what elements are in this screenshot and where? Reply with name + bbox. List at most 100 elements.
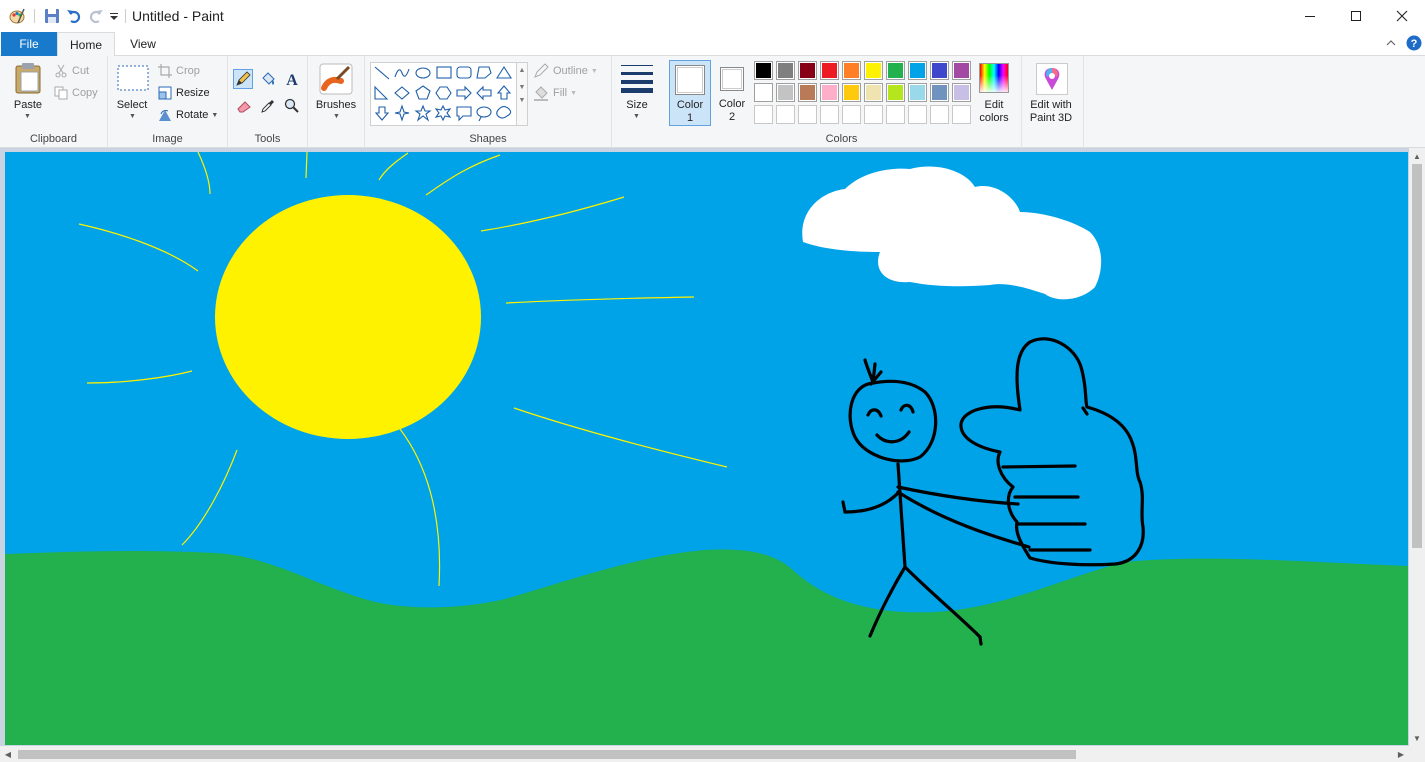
palette-swatch[interactable] (754, 105, 773, 124)
palette-swatch[interactable] (908, 83, 927, 102)
crop-icon (158, 64, 172, 78)
vertical-scroll-thumb[interactable] (1412, 164, 1422, 548)
palette-swatch-fill (910, 63, 925, 78)
minimize-button[interactable] (1287, 0, 1333, 32)
palette-swatch-fill (932, 63, 947, 78)
size-button[interactable]: Size (614, 99, 660, 112)
palette-swatch[interactable] (820, 83, 839, 102)
palette-swatch[interactable] (864, 105, 883, 124)
paste-icon[interactable] (14, 62, 42, 97)
palette-swatch[interactable] (886, 61, 905, 80)
help-icon[interactable]: ? (1406, 35, 1422, 54)
outline-button: Outline ▼ (533, 61, 598, 81)
fill-bucket-icon[interactable] (258, 69, 278, 89)
palette-swatch[interactable] (930, 105, 949, 124)
palette-swatch-fill (932, 85, 947, 100)
palette-swatch[interactable] (798, 105, 817, 124)
close-button[interactable] (1379, 0, 1425, 32)
pencil-icon[interactable] (233, 69, 253, 89)
palette-swatch[interactable] (776, 61, 795, 80)
palette-swatch[interactable] (798, 83, 817, 102)
palette-swatch[interactable] (776, 83, 795, 102)
size-icon[interactable] (620, 63, 654, 96)
rotate-dropdown-icon[interactable]: ▼ (211, 112, 218, 119)
paste-dropdown-icon[interactable]: ▼ (24, 113, 31, 120)
color-picker-icon[interactable] (258, 96, 278, 116)
tab-home[interactable]: Home (57, 32, 115, 57)
horizontal-scrollbar[interactable]: ◀ ▶ (0, 746, 1409, 762)
paint3d-label-1[interactable]: Edit with (1022, 99, 1080, 112)
svg-text:A: A (286, 72, 298, 87)
palette-swatch[interactable] (842, 105, 861, 124)
paint3d-label-2[interactable]: Paint 3D (1022, 112, 1080, 125)
palette-swatch[interactable] (842, 83, 861, 102)
palette-swatch[interactable] (930, 61, 949, 80)
paint-app-icon[interactable] (6, 5, 28, 27)
palette-swatch[interactable] (754, 61, 773, 80)
tab-file[interactable]: File (1, 32, 57, 56)
paint3d-icon[interactable] (1036, 63, 1068, 95)
brushes-dropdown-icon[interactable]: ▼ (333, 113, 340, 120)
select-dropdown-icon[interactable]: ▼ (129, 113, 136, 120)
magnifier-icon[interactable] (282, 96, 302, 116)
palette-swatch[interactable] (952, 83, 971, 102)
shapes-scroll-up-icon[interactable]: ▲ (517, 67, 527, 74)
palette-swatch[interactable] (864, 61, 883, 80)
brushes-group: Brushes ▼ (308, 56, 365, 148)
shapes-scroll-down-icon[interactable]: ▼ (517, 84, 527, 91)
resize-button[interactable]: Resize (158, 83, 210, 103)
edit-colors-label-1[interactable]: Edit (972, 99, 1016, 112)
select-button[interactable]: Select (112, 99, 152, 112)
palette-swatch[interactable] (864, 83, 883, 102)
palette-swatch[interactable] (754, 83, 773, 102)
palette-swatch[interactable] (820, 61, 839, 80)
horizontal-scroll-thumb[interactable] (18, 750, 1076, 759)
tools-group: A Tools (228, 56, 308, 148)
palette-swatch[interactable] (798, 61, 817, 80)
fill-icon (534, 86, 548, 101)
palette-swatch[interactable] (820, 105, 839, 124)
color2-button[interactable]: Color 2 (712, 60, 752, 126)
vertical-scrollbar[interactable]: ▲ ▼ (1409, 148, 1425, 746)
shapes-more-icon[interactable]: ▼ (517, 97, 527, 104)
save-icon[interactable] (41, 5, 63, 27)
color2-label: Color (718, 98, 746, 110)
undo-icon[interactable] (63, 5, 85, 27)
scroll-up-icon[interactable]: ▲ (1409, 148, 1425, 164)
palette-swatch[interactable] (930, 83, 949, 102)
eraser-icon[interactable] (234, 96, 254, 116)
collapse-ribbon-icon[interactable] (1385, 37, 1397, 52)
edit-colors-icon[interactable] (979, 63, 1009, 93)
color1-button[interactable]: Color 1 (669, 60, 711, 126)
drawing-canvas[interactable] (5, 152, 1408, 745)
scroll-left-icon[interactable]: ◀ (0, 746, 16, 762)
customize-quick-access-icon[interactable] (107, 5, 121, 27)
palette-swatch[interactable] (952, 105, 971, 124)
redo-icon[interactable] (85, 5, 107, 27)
palette-swatch[interactable] (908, 61, 927, 80)
rotate-button[interactable]: Rotate ▼ (158, 105, 218, 125)
size-group: Size ▼ (612, 56, 662, 148)
brushes-button[interactable]: Brushes (312, 99, 360, 112)
palette-swatch-fill (844, 63, 859, 78)
resize-icon (158, 86, 172, 100)
paste-button[interactable]: Paste (8, 99, 48, 112)
select-icon[interactable] (117, 65, 149, 94)
palette-swatch[interactable] (886, 83, 905, 102)
palette-swatch[interactable] (842, 61, 861, 80)
text-icon[interactable]: A (282, 69, 302, 89)
tab-view[interactable]: View (115, 32, 171, 56)
palette-swatch[interactable] (952, 61, 971, 80)
size-dropdown-icon[interactable]: ▼ (633, 113, 640, 120)
scroll-right-icon[interactable]: ▶ (1393, 746, 1409, 762)
brushes-icon[interactable] (319, 63, 353, 98)
scroll-down-icon[interactable]: ▼ (1409, 730, 1425, 746)
edit-colors-label-2[interactable]: colors (972, 112, 1016, 125)
palette-swatch[interactable] (908, 105, 927, 124)
divider (125, 9, 126, 23)
palette-swatch[interactable] (886, 105, 905, 124)
cut-icon (55, 64, 67, 78)
maximize-button[interactable] (1333, 0, 1379, 32)
palette-swatch[interactable] (776, 105, 795, 124)
shapes-scroll[interactable]: ▲ ▼ ▼ (516, 62, 528, 126)
